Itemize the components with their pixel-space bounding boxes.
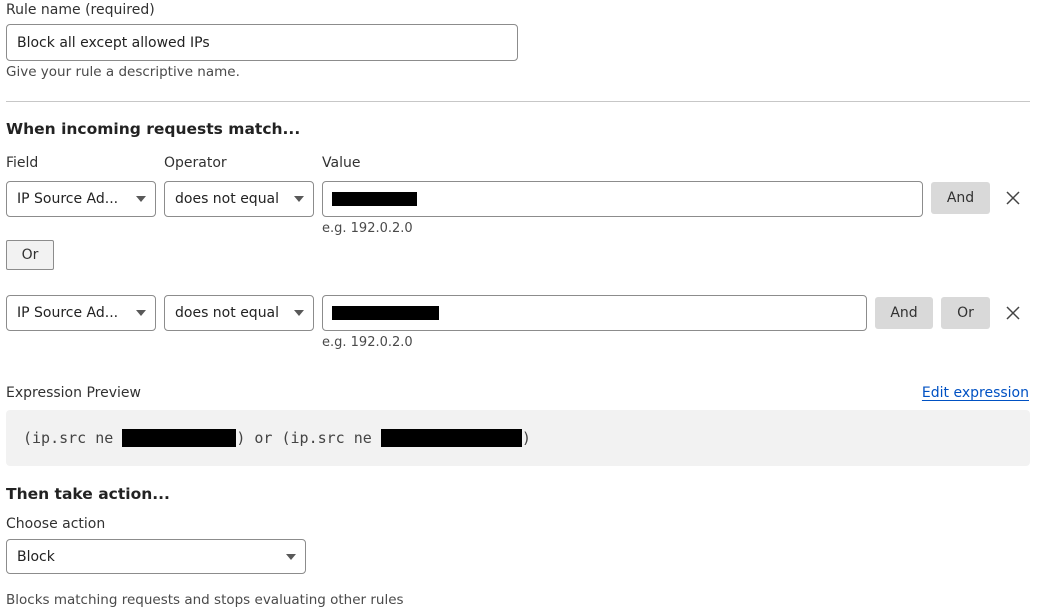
close-icon[interactable]: [1004, 189, 1022, 207]
rule-name-help: Give your rule a descriptive name.: [6, 64, 240, 80]
operator-select-1[interactable]: does not equal: [164, 181, 314, 217]
rule-name-value: Block all except allowed IPs: [17, 34, 210, 51]
expression-part-1: (ip.src ne: [23, 429, 123, 447]
caret-down-icon: [286, 553, 296, 560]
rule-name-label: Rule name (required): [6, 2, 155, 18]
field-select-1-value: IP Source Ad...: [17, 191, 119, 207]
action-select-value: Block: [17, 548, 55, 565]
rule-name-input[interactable]: Block all except allowed IPs: [6, 24, 518, 61]
redacted-value: [332, 306, 439, 320]
value-column-label: Value: [322, 155, 361, 171]
redacted-value: [380, 429, 522, 447]
operator-select-2-value: does not equal: [175, 305, 280, 321]
section-divider: [6, 101, 1030, 102]
redacted-value: [122, 429, 237, 447]
field-column-label: Field: [6, 155, 39, 171]
and-button-1[interactable]: And: [931, 182, 990, 214]
value-hint-1: e.g. 192.0.2.0: [322, 221, 413, 236]
value-input-2[interactable]: [322, 295, 867, 331]
close-icon[interactable]: [1004, 304, 1022, 322]
field-select-2-value: IP Source Ad...: [17, 305, 119, 321]
action-select[interactable]: Block: [6, 539, 306, 574]
match-heading: When incoming requests match...: [6, 120, 301, 138]
choose-action-label: Choose action: [6, 516, 106, 532]
caret-down-icon: [136, 310, 146, 316]
and-button-2[interactable]: And: [875, 297, 933, 329]
operator-column-label: Operator: [164, 155, 227, 171]
expression-preview: (ip.src ne ) or (ip.src ne ): [6, 410, 1030, 466]
expression-preview-label: Expression Preview: [6, 385, 141, 401]
action-heading: Then take action...: [6, 485, 170, 503]
field-select-1[interactable]: IP Source Ad...: [6, 181, 156, 217]
expression-part-3: ): [521, 429, 531, 447]
operator-select-1-value: does not equal: [175, 191, 280, 207]
value-hint-2: e.g. 192.0.2.0: [322, 335, 413, 350]
caret-down-icon: [136, 196, 146, 202]
redacted-value: [332, 192, 417, 206]
or-group-button[interactable]: Or: [6, 240, 54, 270]
value-input-1[interactable]: [322, 181, 923, 217]
field-select-2[interactable]: IP Source Ad...: [6, 295, 156, 331]
operator-select-2[interactable]: does not equal: [164, 295, 314, 331]
or-button-2[interactable]: Or: [941, 297, 990, 329]
caret-down-icon: [294, 196, 304, 202]
caret-down-icon: [294, 310, 304, 316]
edit-expression-link[interactable]: Edit expression: [922, 385, 1029, 401]
expression-part-2: ) or (ip.src ne: [236, 429, 381, 447]
action-description: Blocks matching requests and stops evalu…: [6, 592, 404, 608]
